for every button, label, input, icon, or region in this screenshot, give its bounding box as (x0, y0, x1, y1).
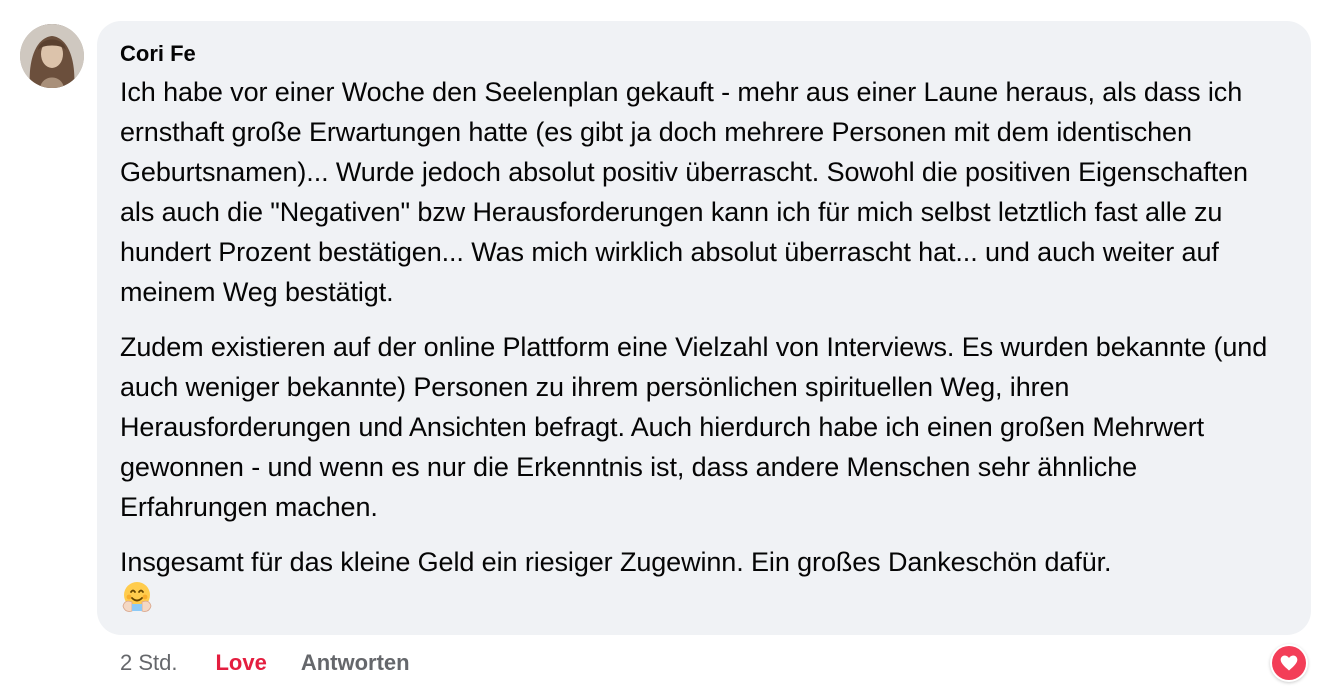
hugging-face-icon (120, 580, 154, 614)
reply-button[interactable]: Antworten (301, 650, 410, 676)
comment-bubble: Cori Fe Ich habe vor einer Woche den See… (97, 21, 1311, 635)
comment-timestamp[interactable]: 2 Std. (120, 650, 177, 676)
avatar[interactable] (20, 24, 84, 88)
heart-icon (1272, 646, 1306, 680)
comment-actions: 2 Std. Love Antworten (120, 648, 410, 678)
profile-photo (20, 24, 84, 88)
love-button[interactable]: Love (215, 650, 266, 676)
reaction-badge[interactable] (1270, 644, 1308, 682)
comment-author[interactable]: Cori Fe (120, 41, 1288, 67)
comment-paragraph-2: Zudem existieren auf der online Plattfor… (120, 332, 1268, 522)
comment-paragraph-3-text: Insgesamt für das kleine Geld ein riesig… (120, 547, 1112, 577)
comment-paragraph-3: Insgesamt für das kleine Geld ein riesig… (120, 542, 1288, 625)
comment-paragraph-1: Ich habe vor einer Woche den Seelenplan … (120, 77, 1248, 307)
